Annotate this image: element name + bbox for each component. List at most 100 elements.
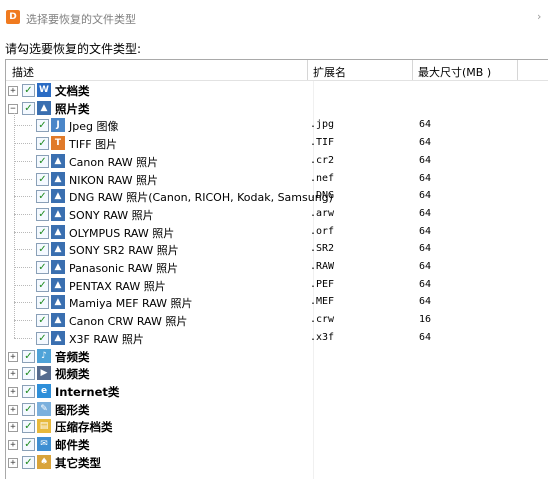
tree-connector <box>14 214 32 215</box>
checkbox[interactable]: ✓ <box>22 102 35 115</box>
tree-connector <box>14 302 32 303</box>
checkbox[interactable]: ✓ <box>36 190 49 203</box>
app-logo-icon: D <box>6 10 20 24</box>
checkbox[interactable]: ✓ <box>36 314 49 327</box>
column-divider[interactable] <box>412 60 413 81</box>
raw-photo-icon: ▲ <box>51 278 65 292</box>
tree-item[interactable]: ✓ ▲ DNG RAW 照片(Canon, RICOH, Kodak, Samsun… <box>6 187 548 205</box>
max-size-cell: 64 <box>419 119 432 130</box>
column-size[interactable]: 最大尺寸(MB ) <box>418 64 491 80</box>
expand-toggle[interactable]: + <box>8 440 18 450</box>
checkbox[interactable]: ✓ <box>36 208 49 221</box>
checkbox[interactable]: ✓ <box>22 385 35 398</box>
tree-category[interactable]: + ✓ ▶ 视频类 <box>6 364 548 382</box>
file-type-label: SONY SR2 RAW 照片 <box>69 244 179 257</box>
collapse-toggle[interactable]: − <box>8 104 18 114</box>
tree-item[interactable]: ✓ J Jpeg 图像 .jpg 64 <box>6 116 548 134</box>
tree-connector <box>14 143 32 144</box>
category-label: 其它类型 <box>55 456 101 470</box>
file-type-label: TIFF 图片 <box>69 138 118 151</box>
tree-item[interactable]: ✓ T TIFF 图片 .TIF 64 <box>6 134 548 152</box>
tree-category[interactable]: + ✓ ▤ 压缩存档类 <box>6 417 548 435</box>
column-ext[interactable]: 扩展名 <box>313 64 346 80</box>
expand-toggle[interactable]: + <box>8 387 18 397</box>
tiff-icon: T <box>51 136 65 150</box>
checkbox[interactable]: ✓ <box>36 279 49 292</box>
category-label: 邮件类 <box>55 438 90 452</box>
file-type-tree[interactable]: 描述 扩展名 最大尺寸(MB ) + ✓ W 文档类 − ✓ ▲ 照片类 ✓ J Jpeg 图像 .j… <box>5 59 548 479</box>
extension-cell: .x3f <box>310 332 335 343</box>
expand-toggle[interactable]: + <box>8 405 18 415</box>
expand-toggle[interactable]: + <box>8 422 18 432</box>
checkbox[interactable]: ✓ <box>36 261 49 274</box>
tree-item[interactable]: ✓ ▲ Mamiya MEF RAW 照片 .MEF 64 <box>6 293 548 311</box>
tree-item[interactable]: ✓ ▲ Panasonic RAW 照片 .RAW 64 <box>6 258 548 276</box>
column-divider[interactable] <box>517 60 518 81</box>
column-divider[interactable] <box>307 60 308 81</box>
tree-category[interactable]: + ✓ e Internet类 <box>6 382 548 400</box>
expand-toggle[interactable]: + <box>8 86 18 96</box>
extension-cell: .PEF <box>310 279 335 290</box>
tree-category[interactable]: + ✓ ♠ 其它类型 <box>6 453 548 471</box>
tree-item[interactable]: ✓ ▲ Canon RAW 照片 .cr2 64 <box>6 152 548 170</box>
extension-cell: .jpg <box>310 119 335 130</box>
image-icon: ▲ <box>37 101 51 115</box>
max-size-cell: 64 <box>419 226 432 237</box>
checkbox[interactable]: ✓ <box>36 155 49 168</box>
file-type-label: Mamiya MEF RAW 照片 <box>69 297 193 310</box>
checkbox[interactable]: ✓ <box>36 173 49 186</box>
expand-toggle[interactable]: + <box>8 458 18 468</box>
window-title: 选择要恢复的文件类型 <box>26 13 136 26</box>
file-type-label: PENTAX RAW 照片 <box>69 280 166 293</box>
tree-connector <box>14 320 32 321</box>
checkbox[interactable]: ✓ <box>36 226 49 239</box>
category-label: 文档类 <box>55 84 90 98</box>
file-type-label: DNG RAW 照片(Canon, RICOH, Kodak, Samsung) <box>69 191 333 204</box>
max-size-cell: 64 <box>419 137 432 148</box>
checkbox[interactable]: ✓ <box>22 403 35 416</box>
tree-category[interactable]: − ✓ ▲ 照片类 <box>6 99 548 117</box>
category-label: 压缩存档类 <box>55 420 113 434</box>
expand-toggle[interactable]: + <box>8 369 18 379</box>
checkbox[interactable]: ✓ <box>22 350 35 363</box>
extension-cell: .crw <box>310 314 335 325</box>
checkbox[interactable]: ✓ <box>36 137 49 150</box>
expand-toggle[interactable]: + <box>8 352 18 362</box>
word-doc-icon: W <box>37 83 51 97</box>
tree-connector <box>14 125 32 126</box>
tree-item[interactable]: ✓ ▲ NIKON RAW 照片 .nef 64 <box>6 170 548 188</box>
column-desc[interactable]: 描述 <box>12 64 34 80</box>
tree-item[interactable]: ✓ ▲ SONY SR2 RAW 照片 .SR2 64 <box>6 240 548 258</box>
file-type-label: OLYMPUS RAW 照片 <box>69 227 175 240</box>
checkbox[interactable]: ✓ <box>22 438 35 451</box>
tree-category[interactable]: + ✓ ✎ 图形类 <box>6 400 548 418</box>
instruction-text: 请勾选要恢复的文件类型: <box>5 42 142 56</box>
checkbox[interactable]: ✓ <box>22 367 35 380</box>
tree-item[interactable]: ✓ ▲ OLYMPUS RAW 照片 .orf 64 <box>6 223 548 241</box>
checkbox[interactable]: ✓ <box>36 296 49 309</box>
max-size-cell: 64 <box>419 243 432 254</box>
max-size-cell: 64 <box>419 190 432 201</box>
file-type-label: Jpeg 图像 <box>69 120 119 133</box>
checkbox[interactable]: ✓ <box>22 456 35 469</box>
file-type-label: X3F RAW 照片 <box>69 333 144 346</box>
checkbox[interactable]: ✓ <box>22 420 35 433</box>
extension-cell: .DNG <box>310 190 335 201</box>
tree-item[interactable]: ✓ ▲ PENTAX RAW 照片 .PEF 64 <box>6 276 548 294</box>
tree-item[interactable]: ✓ ▲ Canon CRW RAW 照片 .crw 16 <box>6 311 548 329</box>
raw-photo-icon: ▲ <box>51 295 65 309</box>
audio-icon: ♪ <box>37 349 51 363</box>
mail-icon: ✉ <box>37 437 51 451</box>
chevron-right-icon[interactable]: › <box>537 10 541 23</box>
tree-category[interactable]: + ✓ ♪ 音频类 <box>6 347 548 365</box>
raw-photo-icon: ▲ <box>51 242 65 256</box>
checkbox[interactable]: ✓ <box>36 119 49 132</box>
tree-category[interactable]: + ✓ W 文档类 <box>6 81 548 99</box>
tree-category[interactable]: + ✓ ✉ 邮件类 <box>6 435 548 453</box>
checkbox[interactable]: ✓ <box>36 243 49 256</box>
tree-item[interactable]: ✓ ▲ SONY RAW 照片 .arw 64 <box>6 205 548 223</box>
checkbox[interactable]: ✓ <box>22 84 35 97</box>
category-label: 视频类 <box>55 367 90 381</box>
tree-item[interactable]: ✓ ▲ X3F RAW 照片 .x3f 64 <box>6 329 548 347</box>
checkbox[interactable]: ✓ <box>36 332 49 345</box>
